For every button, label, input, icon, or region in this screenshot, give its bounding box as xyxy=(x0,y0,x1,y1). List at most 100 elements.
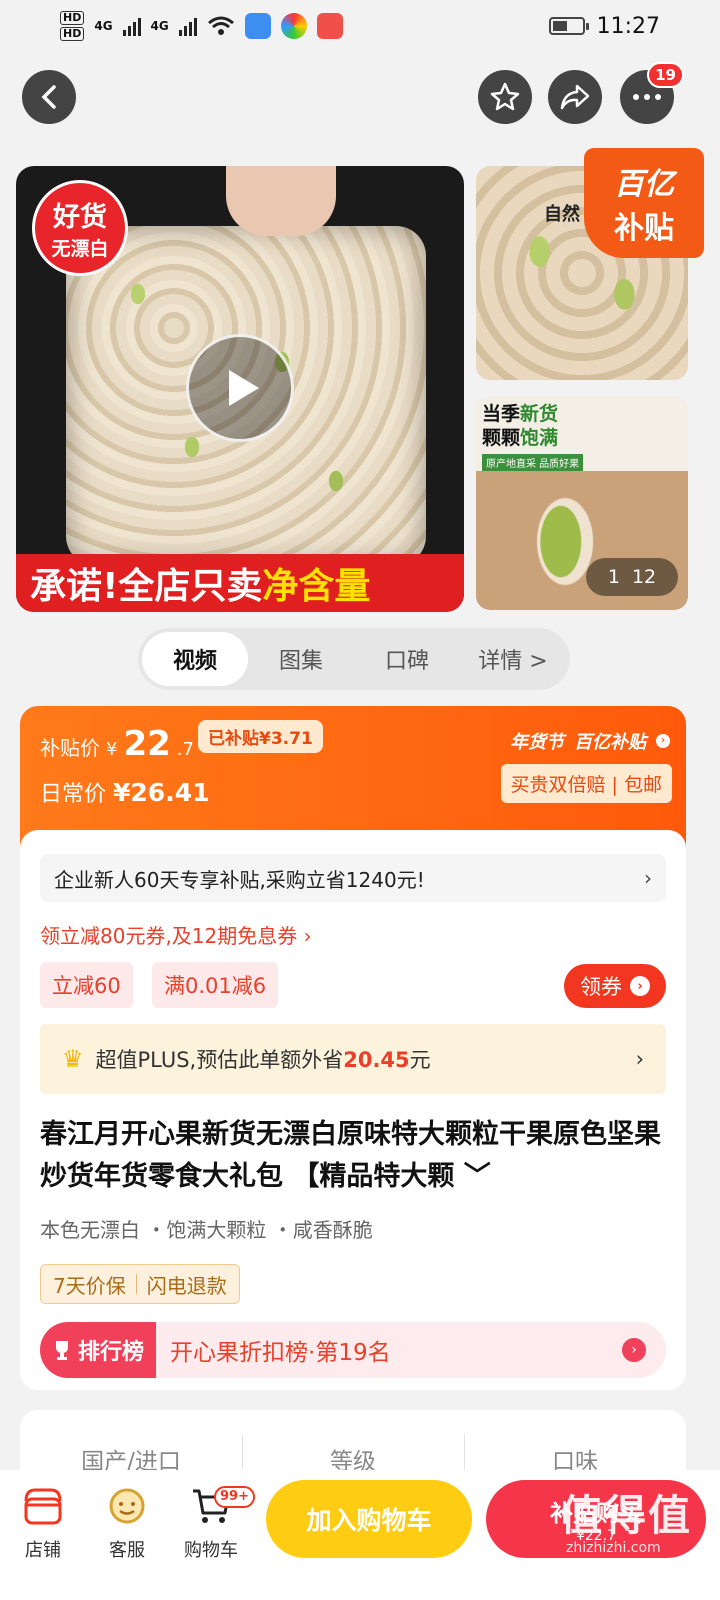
price-protection-label: 7天价保 xyxy=(53,1273,126,1298)
product-tag: 饱满大颗粒 xyxy=(146,1218,266,1242)
plus-amount: 20.45 xyxy=(343,1048,410,1072)
signal-icon-2 xyxy=(178,16,197,36)
newcomer-subsidy-banner[interactable]: 企业新人60天专享补贴,采购立省1240元! › xyxy=(40,854,666,902)
tab-video[interactable]: 视频 xyxy=(142,632,248,686)
add-to-cart-button[interactable]: 加入购物车 xyxy=(266,1480,472,1558)
share-icon xyxy=(560,84,590,110)
product-page: HD HD 4G 4G 11:27 19 好货 无漂白 承诺!全店只卖 净含量 … xyxy=(0,0,720,1600)
battery-icon xyxy=(548,17,589,35)
ranking-label: 排行榜 xyxy=(78,1340,145,1365)
daily-price: ¥26.41 xyxy=(113,778,210,807)
app-notification-icon-red xyxy=(316,13,343,39)
price-integer: 22 xyxy=(123,724,171,764)
signal-icon xyxy=(122,16,141,36)
app-notification-icon-blue xyxy=(244,13,271,39)
service-guarantees[interactable]: 7天价保 闪电退款 xyxy=(40,1264,240,1304)
shop-label: 店铺 xyxy=(25,1540,61,1561)
currency-symbol: ¥ xyxy=(106,739,118,760)
network-type-1: 4G xyxy=(94,19,113,33)
notification-badge: 19 xyxy=(647,62,684,88)
get-coupon-button[interactable]: 领券 › xyxy=(564,964,666,1008)
get-coupon-label: 领券 xyxy=(580,975,622,999)
guarantee-chip: 买贵双倍赔 | 包邮 xyxy=(500,764,672,803)
quality-seal: 好货 无漂白 xyxy=(32,180,128,276)
cart-count-badge: 99+ xyxy=(214,1486,255,1508)
main-product-video[interactable]: 好货 无漂白 承诺!全店只卖 净含量 xyxy=(16,166,464,612)
plus-text: 超值PLUS,预估此单额外省 xyxy=(95,1048,344,1072)
product-tags: 本色无漂白 饱满大颗粒 咸香酥脆 xyxy=(40,1214,373,1243)
share-button[interactable] xyxy=(548,70,602,124)
clock: 11:27 xyxy=(596,13,660,39)
subsidy-program-link[interactable]: 年货节 百亿补贴 › xyxy=(510,728,670,754)
subsidized-amount-chip: 已补贴¥3.71 xyxy=(198,720,323,753)
customer-service-label: 客服 xyxy=(109,1540,145,1561)
cart-label: 购物车 xyxy=(184,1540,238,1561)
counter-total: 12 xyxy=(631,566,657,588)
ranking-banner[interactable]: 排行榜 开心果折扣榜·第19名 › xyxy=(40,1322,666,1378)
product-title[interactable]: 春江月开心果新货无漂白原味特大颗粒干果原色坚果炒货年货零食大礼包 【精品特大颗 … xyxy=(40,1114,670,1198)
new-year-festival-logo: 年货节 xyxy=(510,732,564,753)
tab-gallery[interactable]: 图集 xyxy=(248,632,354,686)
counter-current: 1 xyxy=(607,566,620,588)
plus-membership-banner[interactable]: ♛ 超值PLUS,预估此单额外省20.45元 › xyxy=(40,1024,666,1094)
more-button[interactable]: 19 xyxy=(620,62,684,124)
subsidy-badge-line-1: 百亿 xyxy=(614,167,674,202)
back-button[interactable] xyxy=(22,70,76,124)
seal-line-2: 无漂白 xyxy=(51,238,109,260)
product-tag: 咸香酥脆 xyxy=(273,1218,373,1242)
site-watermark-url: zhizhizhi.com xyxy=(566,1540,661,1556)
chevron-right-icon: › xyxy=(635,1047,644,1071)
image-counter: 1 12 xyxy=(586,558,678,596)
product-info-card: 补贴价 ¥22.7 已补贴¥3.71 日常价 ¥26.41 年货节 百亿补贴 ›… xyxy=(20,706,686,1390)
daily-price-row: 日常价 ¥26.41 xyxy=(40,776,210,808)
customer-service-icon xyxy=(105,1484,149,1528)
ranking-text: 开心果折扣榜·第19名 xyxy=(170,1340,391,1366)
chevron-right-icon: › xyxy=(644,866,652,890)
hd-indicator-1: HD xyxy=(60,11,85,25)
chevron-right-icon: › xyxy=(656,734,670,748)
more-icon xyxy=(633,94,661,100)
star-icon xyxy=(490,82,520,111)
card-body: 企业新人60天专享补贴,采购立省1240元! › 领立减80元券,及12期免息券… xyxy=(20,830,686,1390)
daily-price-label: 日常价 xyxy=(40,782,107,807)
billion-subsidy-logo: 百亿补贴 xyxy=(574,732,646,753)
subsidy-badge-line-2: 补贴 xyxy=(614,211,674,246)
network-type-2: 4G xyxy=(150,19,169,33)
chevron-right-icon: › xyxy=(622,1338,646,1362)
chevron-right-icon: › xyxy=(630,976,650,996)
tab-reviews[interactable]: 口碑 xyxy=(354,632,460,686)
thumb-2-headline: 当季新货 颗颗饱满 xyxy=(482,403,559,449)
seal-line-1: 好货 xyxy=(53,202,107,233)
discount-chip-1: 立减60 xyxy=(40,962,133,1008)
product-tag: 本色无漂白 xyxy=(40,1218,140,1242)
wifi-icon xyxy=(207,16,234,35)
thumb-2-subcaption: 原产地直采 品质好果 xyxy=(482,454,584,471)
customer-service-button[interactable]: 客服 xyxy=(92,1484,162,1562)
shop-icon xyxy=(21,1484,65,1528)
price-decimal: .7 xyxy=(176,739,194,760)
media-tabs: 视频 图集 口碑 详情 > xyxy=(138,628,570,690)
trophy-icon xyxy=(56,1341,68,1360)
crown-icon: ♛ xyxy=(62,1045,84,1073)
hd-indicator-2: HD xyxy=(60,27,85,41)
cart-button[interactable]: 99+ 购物车 xyxy=(176,1484,255,1562)
promise-banner: 承诺!全店只卖 净含量 xyxy=(16,554,464,612)
hand-image xyxy=(226,166,336,236)
fast-refund-label: 闪电退款 xyxy=(146,1273,227,1298)
play-icon[interactable] xyxy=(186,334,294,442)
app-notification-icon-color xyxy=(280,13,307,39)
back-icon xyxy=(41,85,56,109)
subsidy-price-label: 补贴价 xyxy=(40,736,100,760)
coupon-offer-link[interactable]: 领立减80元券,及12期免息券 › xyxy=(40,920,312,949)
status-bar: HD HD 4G 4G 11:27 xyxy=(0,0,720,52)
favorite-button[interactable] xyxy=(478,70,532,124)
tab-details[interactable]: 详情 > xyxy=(460,632,566,686)
site-watermark: 值得值 xyxy=(560,1491,693,1540)
ranking-badge: 排行榜 xyxy=(40,1322,157,1378)
discount-chip-2: 满0.01减6 xyxy=(152,962,279,1008)
banner-text: 承诺!全店只卖 xyxy=(30,566,263,607)
newcomer-text: 企业新人60天专享补贴,采购立省1240元! xyxy=(54,867,425,892)
plus-unit: 元 xyxy=(409,1048,431,1072)
banner-highlight: 净含量 xyxy=(262,566,371,607)
shop-button[interactable]: 店铺 xyxy=(8,1484,78,1562)
